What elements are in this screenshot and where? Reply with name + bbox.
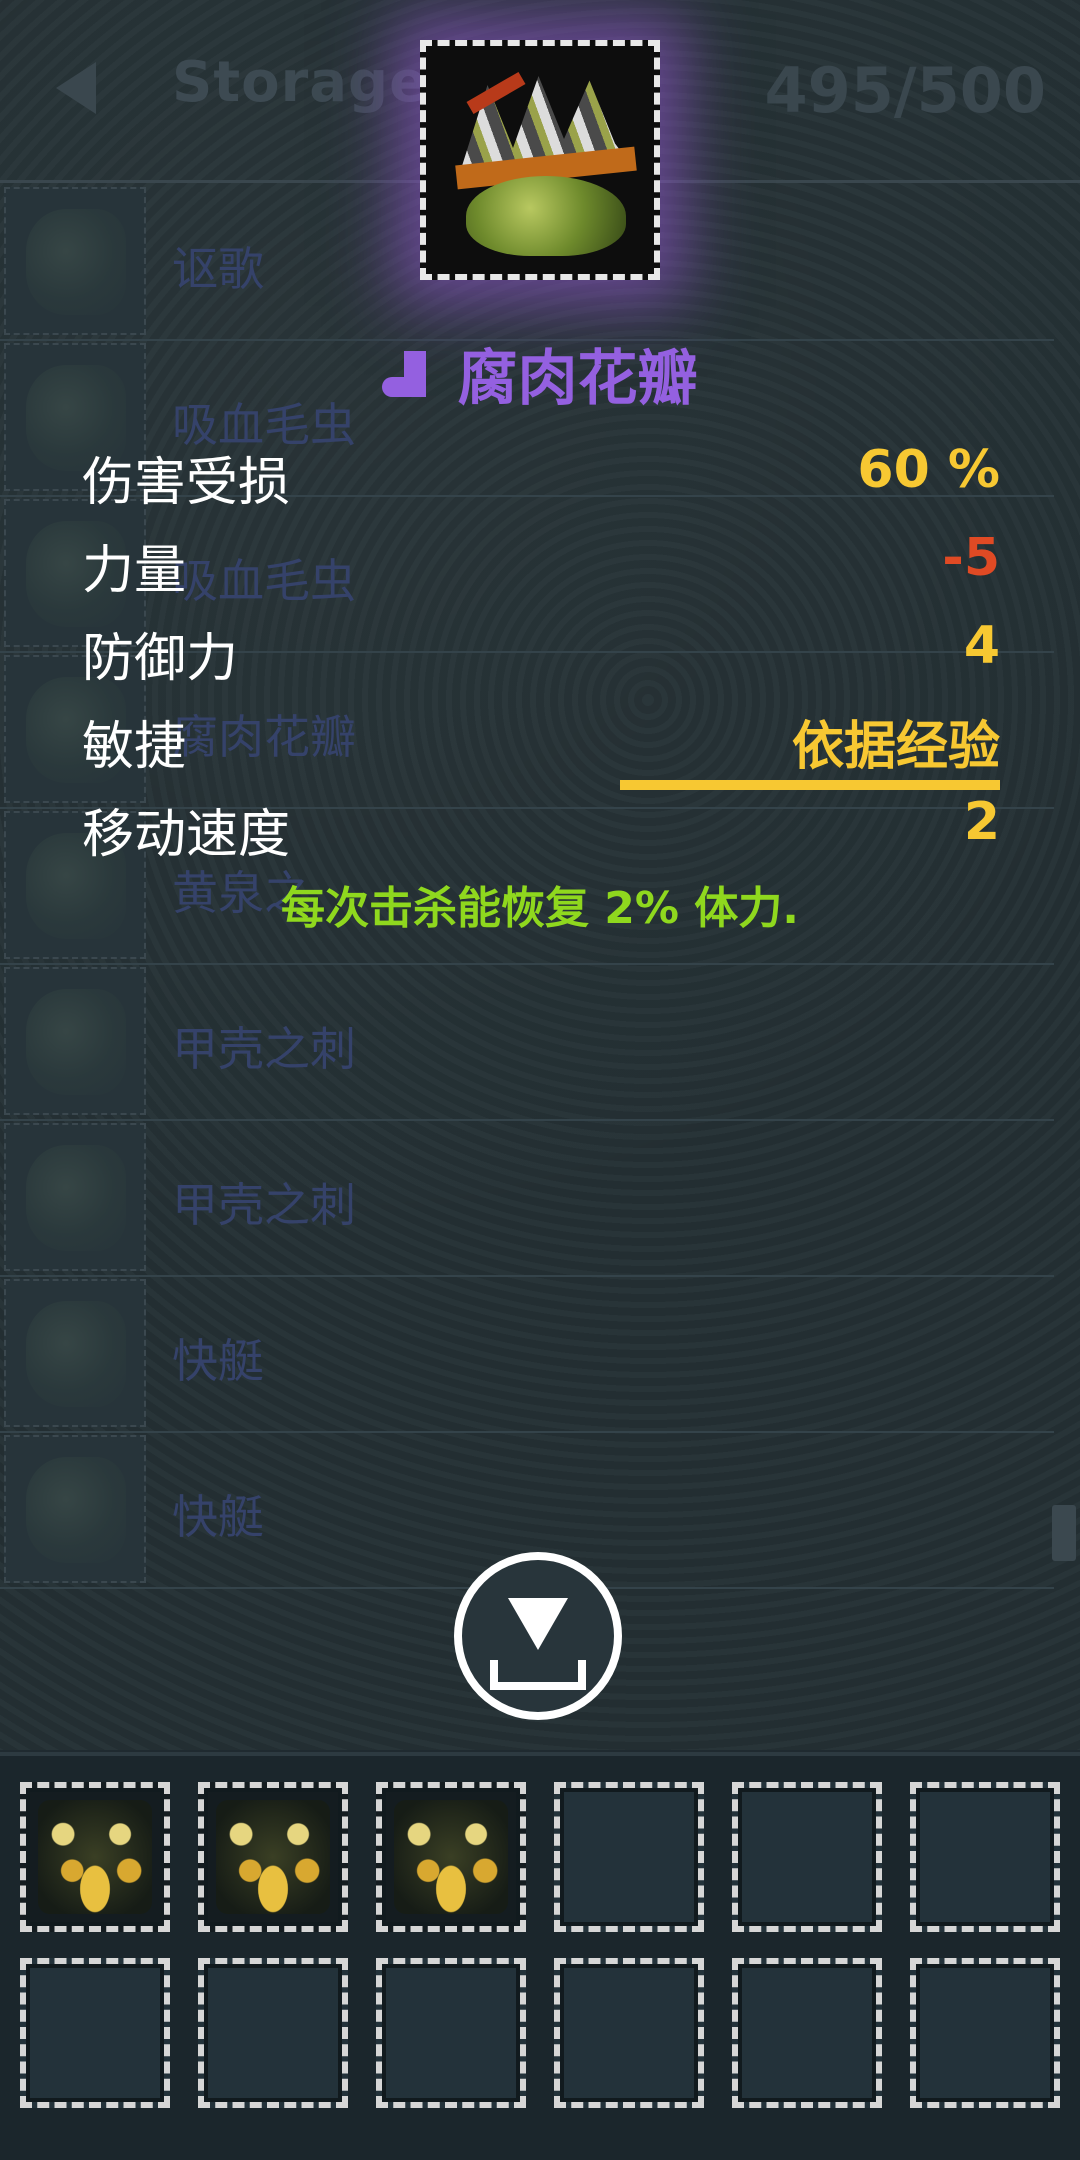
list-item-label: 甲壳之刺 <box>172 1178 356 1232</box>
inventory-panel <box>0 1752 1080 2160</box>
stat-value: 2 <box>963 792 1000 852</box>
stat-label: 力量 <box>82 541 187 601</box>
item-slot <box>4 1123 146 1271</box>
inventory-slot[interactable] <box>732 1782 882 1932</box>
item-icon <box>420 40 660 280</box>
item-name-row: 腐肉花瓣 <box>0 330 1080 417</box>
list-item[interactable]: 甲壳之刺 <box>0 1119 1054 1277</box>
item-art-body <box>466 176 626 256</box>
gold-pile-icon <box>216 1800 330 1914</box>
item-thumbnail <box>26 1457 126 1563</box>
stat-label: 防御力 <box>82 629 239 689</box>
tray-icon <box>490 1660 586 1690</box>
storage-title: Storage <box>172 50 429 115</box>
item-slot <box>4 187 146 335</box>
stat-row: 伤害受损 60 % <box>82 428 1000 516</box>
stat-value: 4 <box>963 616 1000 676</box>
inventory-slot[interactable] <box>376 1782 526 1932</box>
gold-pile-icon <box>38 1800 152 1914</box>
inventory-slot[interactable] <box>554 1782 704 1932</box>
item-slot <box>4 1435 146 1583</box>
inventory-slot[interactable] <box>554 1958 704 2108</box>
stat-row: 移动速度 2 <box>82 780 1000 868</box>
stat-label: 移动速度 <box>82 805 291 865</box>
item-thumbnail <box>26 209 126 315</box>
stat-value: 依据经验 <box>791 717 1000 777</box>
stat-label: 敏捷 <box>82 717 187 777</box>
storage-capacity: 495/500 <box>764 54 1046 127</box>
list-item-label: 快艇 <box>172 1490 264 1544</box>
stat-value: 60 % <box>857 440 1000 500</box>
list-item[interactable]: 甲壳之刺 <box>0 963 1054 1121</box>
inventory-slot[interactable] <box>198 1782 348 1932</box>
inventory-slot[interactable] <box>20 1782 170 1932</box>
inventory-slot[interactable] <box>376 1958 526 2108</box>
stat-label: 伤害受损 <box>82 453 291 513</box>
item-thumbnail <box>26 1301 126 1407</box>
stat-value: -5 <box>942 528 1000 588</box>
inventory-slot[interactable] <box>198 1958 348 2108</box>
item-slot <box>4 967 146 1115</box>
item-effect: 每次击杀能恢复 2% 体力. <box>280 883 800 934</box>
inventory-slot[interactable] <box>732 1958 882 2108</box>
inventory-slot[interactable] <box>910 1782 1060 1932</box>
download-icon <box>508 1598 568 1650</box>
list-item-label: 讴歌 <box>172 242 264 296</box>
list-item-label: 甲壳之刺 <box>172 1022 356 1076</box>
list-item-label: 快艇 <box>172 1334 264 1388</box>
inventory-slot[interactable] <box>910 1958 1060 2108</box>
stat-row: 力量 -5 <box>82 516 1000 604</box>
gold-pile-icon <box>394 1800 508 1914</box>
stat-row: 防御力 4 <box>82 604 1000 692</box>
item-slot <box>4 1279 146 1427</box>
inventory-slot[interactable] <box>20 1958 170 2108</box>
item-thumbnail <box>26 989 126 1095</box>
item-name: 腐肉花瓣 <box>457 344 698 414</box>
download-button[interactable] <box>454 1552 622 1720</box>
back-arrow-icon[interactable] <box>56 62 96 114</box>
list-item[interactable]: 快艇 <box>0 1275 1054 1433</box>
item-thumbnail <box>26 1145 126 1251</box>
boot-icon <box>382 350 430 397</box>
stat-row: 敏捷 依据经验 <box>82 692 1000 790</box>
scrollbar-thumb[interactable] <box>1052 1505 1076 1561</box>
